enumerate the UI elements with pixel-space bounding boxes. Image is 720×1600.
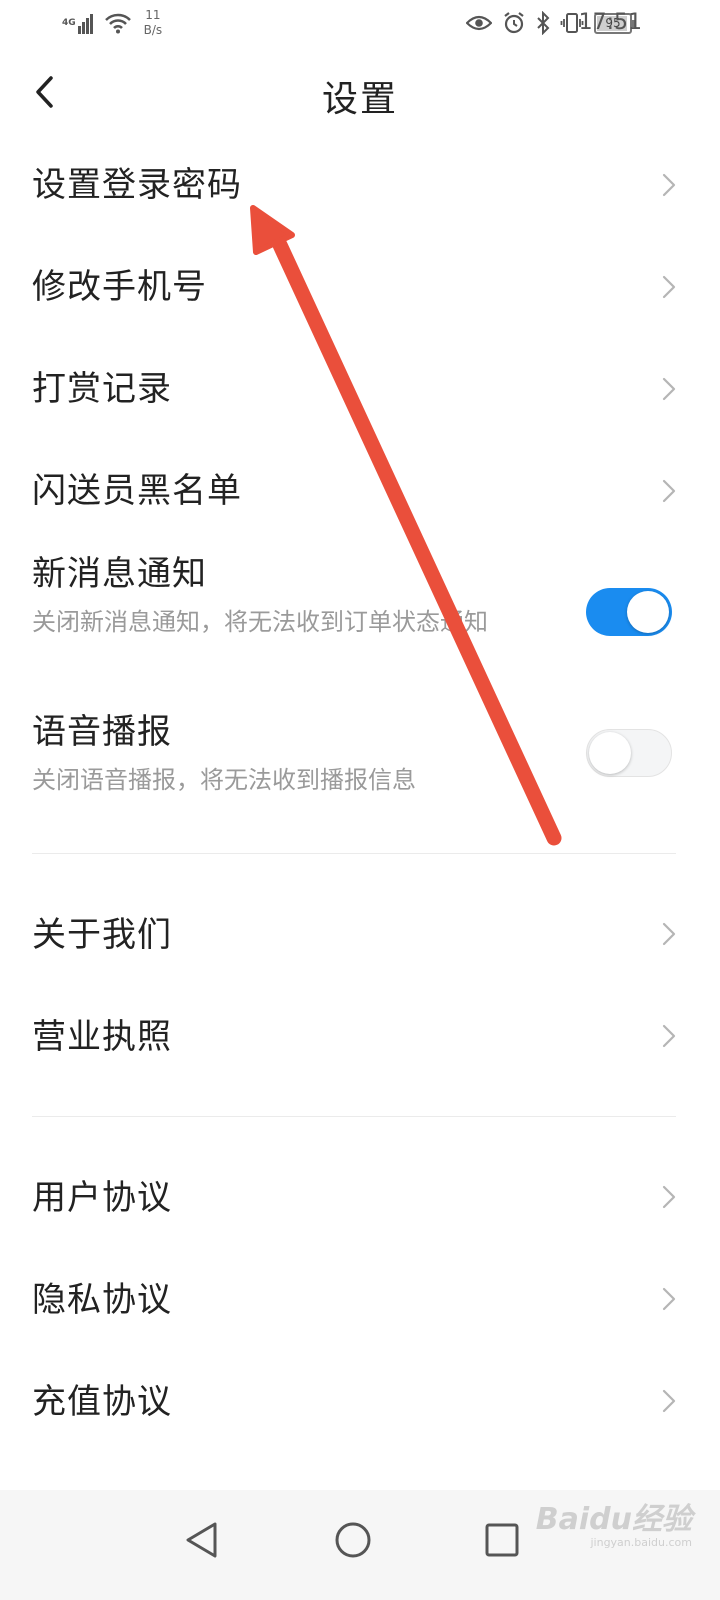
settings-item-set-login-password[interactable]: 设置登录密码 [0, 134, 720, 236]
nav-recent-button[interactable] [472, 1510, 532, 1570]
system-navigation-bar: Baidu经验 jingyan.baidu.com [0, 1490, 720, 1600]
network-speed-unit: B/s [143, 23, 163, 37]
settings-item-label: 设置登录密码 [32, 165, 242, 205]
voice-broadcast-toggle[interactable] [586, 729, 672, 777]
settings-item-description: 关闭语音播报，将无法收到播报信息 [32, 766, 416, 794]
signal-icon [77, 12, 94, 34]
network-speed-value: 11 [145, 8, 161, 22]
network-type-label: 4G [62, 17, 76, 28]
settings-item-user-agreement[interactable]: 用户协议 [0, 1147, 720, 1249]
watermark-url: jingyan.baidu.com [590, 1536, 692, 1549]
clock: 17:51 [578, 10, 642, 35]
watermark-text: Baidu经验 [535, 1502, 692, 1537]
network-speed: 11 B/s [144, 8, 163, 38]
settings-item-label: 修改手机号 [32, 267, 207, 307]
settings-item-label: 用户协议 [32, 1178, 172, 1218]
settings-item-voice-broadcast: 语音播报 关闭语音播报，将无法收到播报信息 [0, 700, 720, 810]
chevron-right-icon [662, 479, 676, 503]
toggle-knob [627, 591, 669, 633]
chevron-right-icon [662, 922, 676, 946]
settings-item-label: 语音播报 [32, 712, 172, 752]
settings-item-tip-records[interactable]: 打赏记录 [0, 338, 720, 440]
chevron-right-icon [662, 377, 676, 401]
settings-item-change-phone[interactable]: 修改手机号 [0, 236, 720, 338]
settings-item-privacy-agreement[interactable]: 隐私协议 [0, 1249, 720, 1351]
app-header: 设置 [0, 56, 720, 132]
section-divider [32, 853, 676, 854]
settings-item-label: 打赏记录 [32, 369, 172, 409]
chevron-right-icon [662, 1389, 676, 1413]
wifi-icon [104, 13, 131, 34]
settings-item-label: 隐私协议 [32, 1280, 172, 1320]
settings-item-label: 关于我们 [32, 915, 172, 955]
chevron-right-icon [662, 1287, 676, 1311]
status-bar-left: 4G 11 B/s [62, 8, 162, 38]
chevron-right-icon [662, 173, 676, 197]
settings-item-label: 营业执照 [32, 1017, 172, 1057]
alarm-icon [504, 12, 524, 34]
eye-icon [466, 15, 492, 31]
settings-item-courier-blacklist[interactable]: 闪送员黑名单 [0, 440, 720, 542]
chevron-right-icon [662, 1185, 676, 1209]
nav-home-button[interactable] [323, 1510, 383, 1570]
chevron-right-icon [662, 1024, 676, 1048]
baidu-watermark: Baidu经验 jingyan.baidu.com [536, 1504, 692, 1550]
section-divider [32, 1116, 676, 1117]
page-title: 设置 [321, 79, 398, 120]
nav-back-button[interactable] [172, 1510, 232, 1570]
settings-item-label: 闪送员黑名单 [32, 471, 242, 511]
settings-item-new-message-notify: 新消息通知 关闭新消息通知，将无法收到订单状态通知 [0, 542, 720, 692]
settings-item-about-us[interactable]: 关于我们 [0, 884, 720, 986]
bluetooth-icon [537, 11, 550, 35]
square-recent-icon [485, 1523, 519, 1557]
new-message-notify-toggle[interactable] [586, 588, 672, 636]
settings-item-business-license[interactable]: 营业执照 [0, 986, 720, 1088]
toggle-knob [589, 732, 631, 774]
settings-item-label: 新消息通知 [32, 554, 207, 594]
settings-item-recharge-agreement[interactable]: 充值协议 [0, 1351, 720, 1453]
settings-item-description: 关闭新消息通知，将无法收到订单状态通知 [32, 608, 488, 636]
settings-item-label: 充值协议 [32, 1382, 172, 1422]
triangle-back-icon [186, 1522, 217, 1558]
status-bar: 4G 11 B/s 95 17:51 [0, 0, 720, 48]
chevron-right-icon [662, 275, 676, 299]
circle-home-icon [335, 1522, 371, 1558]
